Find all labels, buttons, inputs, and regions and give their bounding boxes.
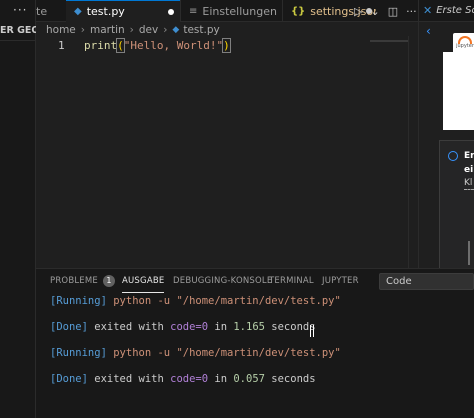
editor-scrollbar[interactable]	[408, 36, 418, 268]
output-channel-select[interactable]: Code	[379, 273, 474, 290]
output-tag: [Running]	[50, 347, 107, 359]
divider	[0, 40, 36, 41]
bottom-panel: PROBLEME 1 AUSGABE DEBUGGING-KONSOLE TER…	[36, 268, 474, 418]
output-line: [Running] python -u "/home/martin/dev/te…	[50, 295, 341, 308]
breadcrumb-item[interactable]: test.py	[183, 24, 219, 36]
more-actions-icon[interactable]: ···	[13, 3, 27, 17]
jupyter-logo-text: jupyter	[456, 43, 474, 49]
chevron-right-icon: ›	[80, 24, 85, 36]
code-token-bracket: (	[116, 38, 125, 53]
tab-label: DEBUGGING-KONSOLE	[173, 276, 273, 286]
output-command: python -u "/home/martin/dev/test.py"	[106, 347, 341, 359]
output-tag: [Running]	[50, 295, 107, 307]
split-editor-icon[interactable]: ◫	[388, 5, 398, 18]
tab-label: Einstellungen	[202, 4, 277, 18]
output-exit-code: code=0	[170, 373, 209, 385]
jupyter-logo: jupyter	[453, 33, 474, 55]
output-line: [Running] python -u "/home/martin/dev/te…	[50, 347, 341, 360]
code-token-bracket: )	[222, 38, 231, 53]
chevron-right-icon: ›	[163, 24, 168, 36]
more-actions-icon[interactable]: ···	[406, 5, 417, 18]
walkthrough-media	[443, 52, 474, 130]
output-line: [Done] exited with code=0 in 1.165 secon…	[50, 321, 316, 334]
step-description-more	[464, 189, 474, 193]
walkthrough-pane: ✕ Erste Sch ‹ jupyter Er ei Kl	[418, 0, 474, 270]
editor-tab-bar: te ◆ test.py ≡ Einstellungen {} settings…	[36, 0, 418, 22]
chevron-left-icon[interactable]: ‹	[426, 24, 431, 38]
json-file-icon: {}	[291, 5, 306, 17]
output-duration: 0.057	[233, 373, 265, 385]
tab-ausgabe[interactable]: AUSGABE	[122, 269, 165, 293]
output-text: seconds	[264, 321, 316, 333]
output-duration: 1.165	[233, 321, 265, 333]
output-line: [Done] exited with code=0 in 0.057 secon…	[50, 373, 316, 386]
chevron-right-icon: ›	[129, 24, 134, 36]
step-description: Kl	[464, 178, 473, 188]
step-title: Er ei	[464, 151, 474, 175]
tab-label: TERMINAL	[269, 276, 314, 286]
editor-actions: ▷ ⌄ ◫ ···	[346, 0, 417, 22]
divider	[468, 241, 470, 265]
output-text: exited with	[87, 321, 171, 333]
code-token-string: "Hello, World!"	[123, 39, 224, 52]
chevron-down-icon[interactable]: ⌄	[370, 5, 379, 18]
tab-walkthrough[interactable]: ✕ Erste Sch	[419, 0, 474, 22]
tab-label: Erste Sch	[436, 5, 474, 16]
code-token-function: print	[84, 39, 118, 52]
tab-label: AUSGABE	[122, 275, 165, 286]
minimap[interactable]	[370, 40, 408, 42]
tab-label: test.py	[86, 5, 125, 18]
explorer-sidebar: ··· ER GEÖ...	[0, 0, 36, 418]
code-editor[interactable]: 1 print("Hello, World!")	[36, 36, 418, 268]
unsaved-dot-icon[interactable]	[168, 9, 174, 15]
output-exit-code: code=0	[170, 321, 209, 333]
line-number: 1	[58, 39, 65, 52]
breadcrumb: home › martin › dev › ◆ test.py	[46, 23, 220, 37]
tab-einstellungen[interactable]: ≡ Einstellungen	[180, 0, 282, 22]
text-cursor	[229, 39, 231, 51]
output-tag: [Done]	[50, 321, 88, 333]
tab-terminal[interactable]: TERMINAL	[269, 269, 314, 293]
panel-tab-bar: PROBLEME 1 AUSGABE DEBUGGING-KONSOLE TER…	[36, 269, 474, 293]
python-file-icon: ◆	[172, 25, 180, 35]
run-icon[interactable]: ▷	[354, 5, 362, 18]
output-text: in	[208, 321, 234, 333]
walkthrough-step[interactable]: Er ei Kl	[439, 140, 474, 270]
output-command: python -u "/home/martin/dev/test.py"	[106, 295, 341, 307]
mouse-ibeam-cursor	[310, 325, 314, 337]
tab-jupyter[interactable]: JUPYTER	[322, 269, 359, 293]
breadcrumb-item[interactable]: home	[46, 24, 76, 36]
vscode-logo-icon: ✕	[423, 4, 433, 17]
python-file-icon: ◆	[74, 6, 82, 17]
tab-probleme[interactable]: PROBLEME 1	[50, 269, 115, 293]
breadcrumb-item[interactable]: dev	[139, 24, 158, 36]
tab-label: PROBLEME	[50, 276, 98, 286]
tab-label: te	[36, 4, 48, 18]
output-tag: [Done]	[50, 373, 88, 385]
step-status-icon	[448, 151, 458, 161]
explorer-section-header[interactable]: ER GEÖ...	[0, 25, 36, 36]
breadcrumb-item[interactable]: martin	[90, 24, 125, 36]
code-line[interactable]: print("Hello, World!")	[84, 38, 231, 53]
output-text: seconds	[264, 373, 316, 385]
output-text: exited with	[87, 373, 171, 385]
output-text: in	[208, 373, 234, 385]
tab-debugging-konsole[interactable]: DEBUGGING-KONSOLE	[173, 269, 272, 293]
tab-test-py[interactable]: ◆ test.py	[66, 0, 180, 22]
tab-label: JUPYTER	[322, 276, 359, 286]
problem-count-badge: 1	[102, 275, 115, 287]
settings-gear-icon: ≡	[189, 5, 198, 17]
tab-partial[interactable]: te	[36, 0, 66, 22]
